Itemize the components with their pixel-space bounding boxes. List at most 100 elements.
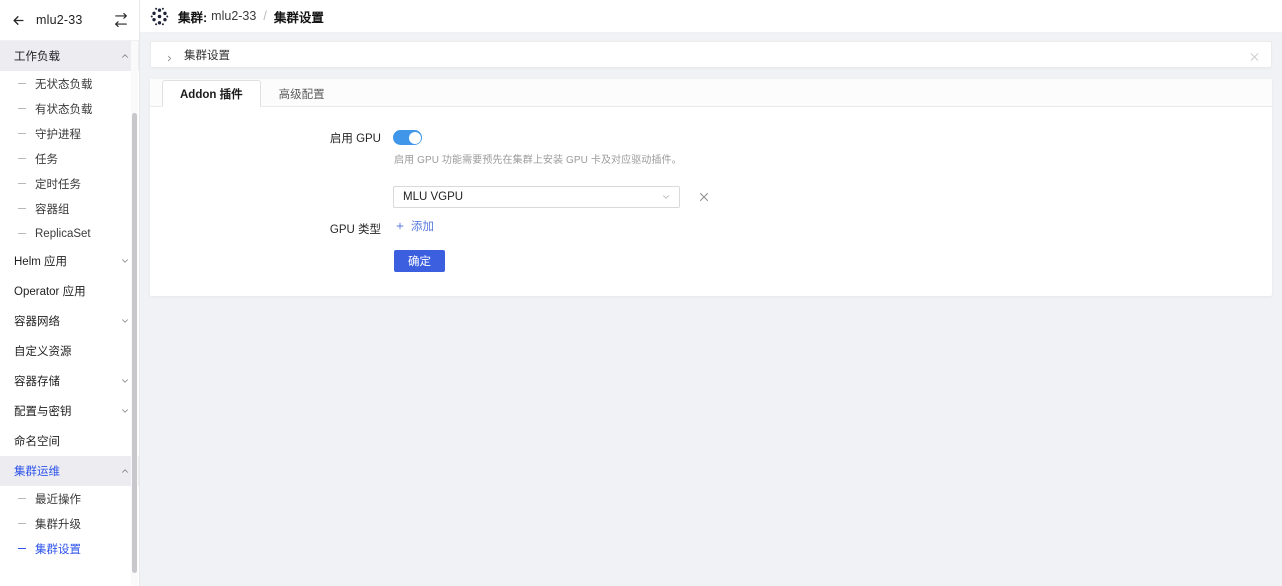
sidebar-item-label: 容器组 bbox=[35, 201, 70, 217]
sidebar-group-2[interactable]: Operator 应用 bbox=[0, 276, 139, 306]
gpu-type-value: MLU VGPU bbox=[403, 191, 661, 203]
bullet-dash-icon bbox=[18, 208, 26, 209]
sidebar-group-label: Operator 应用 bbox=[14, 283, 130, 299]
bullet-dash-icon bbox=[18, 83, 26, 84]
sidebar-group-3[interactable]: 容器网络 bbox=[0, 306, 139, 336]
sidebar-item[interactable]: 集群设置 bbox=[0, 536, 139, 561]
sidebar-item-label: 集群升级 bbox=[35, 516, 81, 532]
arrow-left-icon[interactable] bbox=[9, 11, 27, 29]
sidebar-item[interactable]: 定时任务 bbox=[0, 171, 139, 196]
sidebar-scroll-area: 工作负载无状态负载有状态负载守护进程任务定时任务容器组 ReplicaSet Hel… bbox=[0, 41, 139, 586]
remove-gpu-type-button[interactable] bbox=[697, 190, 711, 204]
sidebar-group-label: 配置与密钥 bbox=[14, 403, 120, 419]
chevron-down-icon bbox=[120, 376, 130, 386]
page-tabbar: 集群设置 bbox=[150, 41, 1272, 68]
chevron-up-icon bbox=[120, 466, 130, 476]
sidebar-menu: 工作负载无状态负载有状态负载守护进程任务定时任务容器组 ReplicaSet Hel… bbox=[0, 41, 139, 567]
sidebar-group-label: 容器网络 bbox=[14, 313, 120, 329]
submit-button[interactable]: 确定 bbox=[394, 250, 445, 272]
sidebar-item-label: ReplicaSet bbox=[35, 228, 91, 240]
chevron-up-icon bbox=[120, 51, 130, 61]
sidebar-item-label: 无状态负载 bbox=[35, 76, 93, 92]
sidebar-group-label: 容器存储 bbox=[14, 373, 120, 389]
sidebar-item[interactable]: 容器组 bbox=[0, 196, 139, 221]
sidebar-group-label: 集群运维 bbox=[14, 463, 120, 479]
sidebar-group-label: 命名空间 bbox=[14, 433, 130, 449]
gpu-type-label: GPU 类型 bbox=[150, 220, 393, 239]
gpu-type-row: GPU 类型 MLU VGPU bbox=[150, 186, 1272, 272]
sidebar-scrollbar[interactable] bbox=[131, 41, 138, 586]
sidebar-group-0[interactable]: 工作负载 bbox=[0, 41, 139, 71]
sidebar-item[interactable]: 任务 bbox=[0, 146, 139, 171]
toggle-knob bbox=[409, 132, 421, 144]
enable-gpu-hint: 启用 GPU 功能需要预先在集群上安装 GPU 卡及对应驱动插件。 bbox=[394, 154, 1272, 168]
settings-card: Addon 插件 高级配置 启用 GPU 启用 GPU 功能需要预先在集群上安装 … bbox=[150, 79, 1272, 296]
enable-gpu-control: 启用 GPU 功能需要预先在集群上安装 GPU 卡及对应驱动插件。 bbox=[393, 129, 1272, 168]
breadcrumb-separator: / bbox=[263, 9, 266, 23]
page-tab-label[interactable]: 集群设置 bbox=[184, 47, 230, 63]
bullet-dash-icon bbox=[18, 158, 26, 159]
breadcrumb-label: 集群: bbox=[178, 7, 207, 26]
top-header: 集群: mlu2-33 / 集群设置 bbox=[140, 0, 1282, 33]
sidebar-group-label: Helm 应用 bbox=[14, 253, 120, 269]
sidebar-item[interactable]: 最近操作 bbox=[0, 486, 139, 511]
chevron-right-icon[interactable] bbox=[165, 50, 175, 60]
sidebar-cluster-name: mlu2-33 bbox=[36, 13, 113, 27]
chevron-down-icon bbox=[120, 316, 130, 326]
sidebar-item[interactable]: ReplicaSet bbox=[0, 221, 139, 246]
close-icon[interactable] bbox=[1249, 49, 1260, 60]
tab-0[interactable]: Addon 插件 bbox=[162, 80, 261, 107]
addon-form: 启用 GPU 启用 GPU 功能需要预先在集群上安装 GPU 卡及对应驱动插件。… bbox=[150, 107, 1272, 296]
scrollbar-thumb[interactable] bbox=[132, 113, 137, 573]
breadcrumb-cluster[interactable]: mlu2-33 bbox=[211, 9, 256, 23]
sidebar-item[interactable]: 有状态负载 bbox=[0, 96, 139, 121]
breadcrumb-current: 集群设置 bbox=[274, 7, 324, 26]
gpu-type-control: MLU VGPU bbox=[393, 186, 1272, 272]
tab-strip: Addon 插件 高级配置 bbox=[150, 79, 1272, 107]
bullet-dash-icon bbox=[18, 108, 26, 109]
sidebar-item-label: 守护进程 bbox=[35, 126, 81, 142]
enable-gpu-label: 启用 GPU bbox=[150, 129, 393, 148]
add-gpu-type-label: 添加 bbox=[411, 218, 434, 234]
tab-1[interactable]: 高级配置 bbox=[261, 80, 343, 107]
sidebar-group-7[interactable]: 命名空间 bbox=[0, 426, 139, 456]
page-tabbar-wrap: 集群设置 bbox=[140, 33, 1282, 68]
enable-gpu-toggle[interactable] bbox=[393, 130, 422, 145]
bullet-dash-icon bbox=[18, 523, 26, 524]
plus-icon bbox=[395, 221, 405, 231]
bullet-dash-icon bbox=[18, 233, 26, 234]
sidebar-item[interactable]: 守护进程 bbox=[0, 121, 139, 146]
sidebar: mlu2-33 工作负载无状态负载有状态负载守护进程任务定时任务容器组 Repli… bbox=[0, 0, 140, 586]
chevron-down-icon bbox=[661, 192, 671, 202]
bullet-dash-icon bbox=[18, 498, 26, 499]
sidebar-item-label: 集群设置 bbox=[35, 541, 81, 557]
sidebar-group-5[interactable]: 容器存储 bbox=[0, 366, 139, 396]
gpu-type-select[interactable]: MLU VGPU bbox=[393, 186, 680, 208]
sidebar-group-4[interactable]: 自定义资源 bbox=[0, 336, 139, 366]
bullet-dash-icon bbox=[18, 183, 26, 184]
sidebar-group-label: 自定义资源 bbox=[14, 343, 130, 359]
sidebar-group-1[interactable]: Helm 应用 bbox=[0, 246, 139, 276]
app-root: mlu2-33 工作负载无状态负载有状态负载守护进程任务定时任务容器组 Repli… bbox=[0, 0, 1282, 586]
swap-icon[interactable] bbox=[113, 12, 129, 28]
sidebar-item-label: 有状态负载 bbox=[35, 101, 93, 117]
sidebar-item-label: 最近操作 bbox=[35, 491, 81, 507]
sidebar-item[interactable]: 无状态负载 bbox=[0, 71, 139, 96]
breadcrumb: 集群: mlu2-33 / 集群设置 bbox=[178, 7, 324, 26]
bullet-dash-icon bbox=[18, 548, 26, 549]
tab-label: Addon 插件 bbox=[180, 86, 243, 102]
sidebar-item[interactable]: 集群升级 bbox=[0, 511, 139, 536]
main-area: 集群: mlu2-33 / 集群设置 集群设置 bbox=[140, 0, 1282, 586]
tab-label: 高级配置 bbox=[279, 86, 325, 102]
sidebar-item-label: 定时任务 bbox=[35, 176, 81, 192]
sidebar-item-label: 任务 bbox=[35, 151, 58, 167]
sidebar-group-label: 工作负载 bbox=[14, 48, 120, 64]
sidebar-group-8[interactable]: 集群运维 bbox=[0, 456, 139, 486]
enable-gpu-row: 启用 GPU 启用 GPU 功能需要预先在集群上安装 GPU 卡及对应驱动插件。 bbox=[150, 129, 1272, 168]
sidebar-header: mlu2-33 bbox=[0, 0, 139, 41]
cluster-icon bbox=[149, 6, 170, 27]
chevron-down-icon bbox=[120, 256, 130, 266]
add-gpu-type-button[interactable]: 添加 bbox=[395, 218, 434, 234]
sidebar-group-6[interactable]: 配置与密钥 bbox=[0, 396, 139, 426]
bullet-dash-icon bbox=[18, 133, 26, 134]
